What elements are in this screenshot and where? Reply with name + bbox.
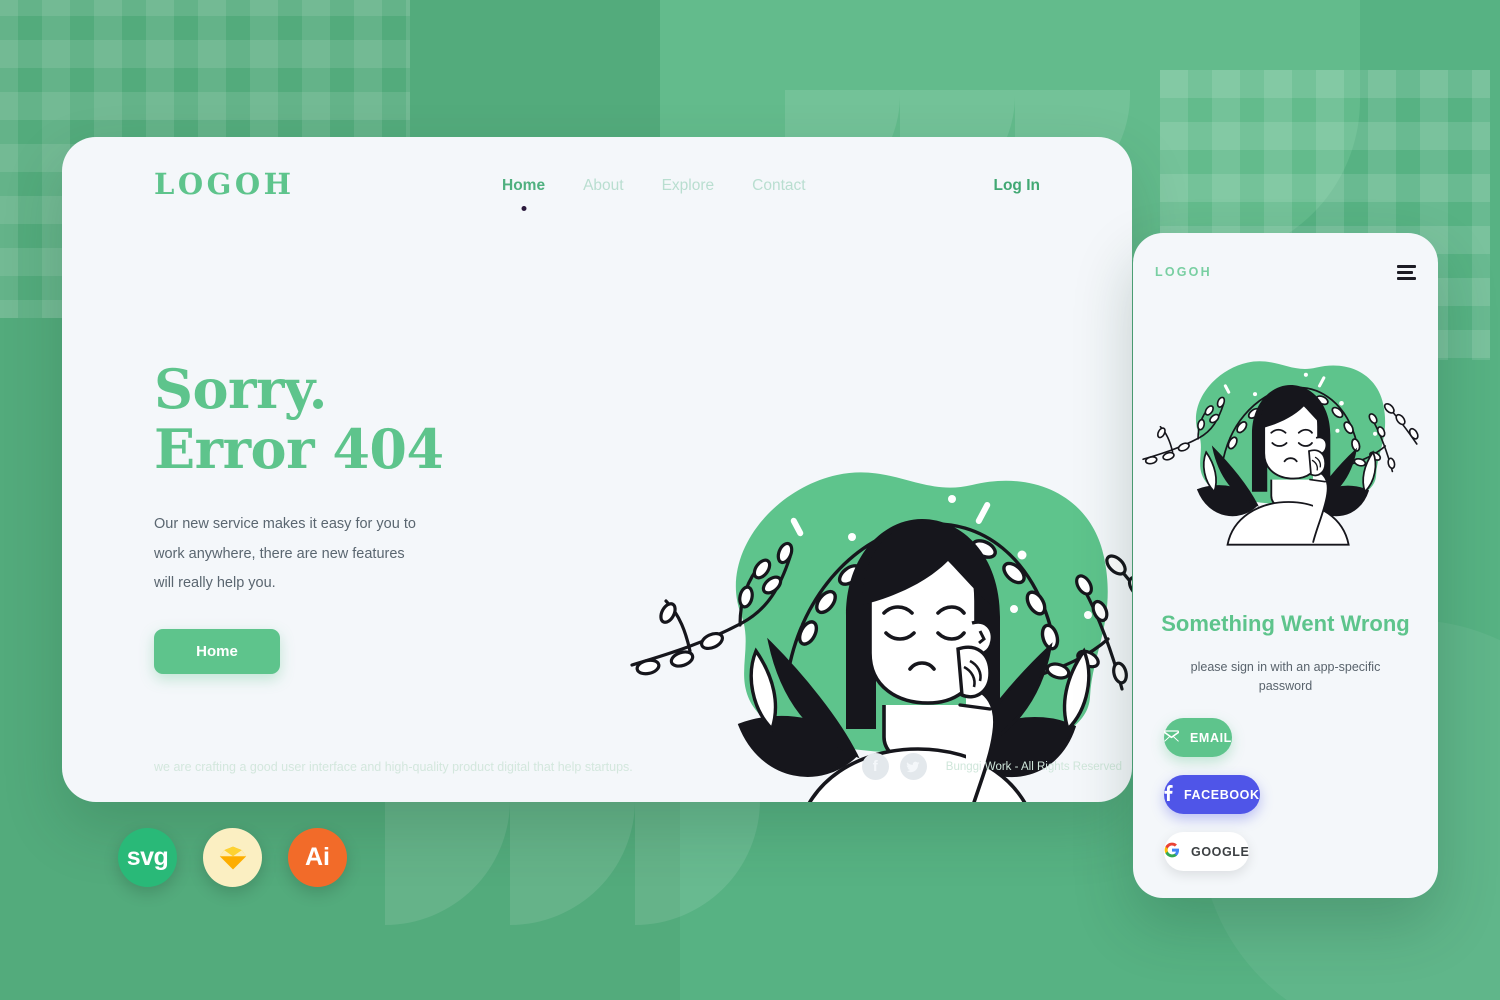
mobile-subtitle: please sign in with an app-specific pass…	[1190, 660, 1381, 693]
email-signin-button[interactable]: EMAIL	[1164, 718, 1232, 757]
nav-item-home[interactable]: Home	[502, 177, 546, 211]
format-badges: svg Ai	[118, 828, 347, 887]
mobile-mockup: LOGOH Something Went Wrong please sign i…	[1133, 233, 1438, 898]
google-signin-button[interactable]: GOOGLE	[1164, 832, 1250, 871]
nav-item-contact[interactable]: Contact	[752, 177, 805, 199]
google-signin-label: GOOGLE	[1191, 844, 1250, 859]
footer-social-area: f Bunggi Work - All Rights Reserved	[861, 753, 1122, 780]
desktop-footer: we are crafting a good user interface an…	[62, 710, 1132, 802]
facebook-signin-button[interactable]: FACEBOOK	[1164, 775, 1260, 814]
desktop-hero-text-block: Sorry. Error 404 Our new service makes i…	[154, 359, 574, 675]
mobile-title: Something Went Wrong	[1161, 611, 1410, 636]
facebook-icon	[1164, 785, 1173, 804]
nav-active-dot	[521, 206, 527, 211]
mobile-error-illustration	[1138, 343, 1428, 558]
twitter-icon[interactable]	[899, 753, 927, 780]
google-icon	[1164, 842, 1180, 861]
nav-item-about[interactable]: About	[583, 177, 624, 199]
hamburger-icon[interactable]	[1397, 265, 1416, 280]
page-title: Sorry. Error 404	[154, 359, 574, 480]
footer-tagline: we are crafting a good user interface an…	[154, 760, 633, 774]
desktop-logo[interactable]: LOGOH	[154, 167, 295, 201]
nav-item-home-label: Home	[502, 177, 546, 194]
facebook-signin-label: FACEBOOK	[1184, 787, 1260, 802]
desktop-header: LOGOH Home About Explore Contact Log In	[62, 137, 1132, 252]
home-button[interactable]: Home	[154, 629, 280, 675]
envelope-icon	[1164, 730, 1179, 745]
facebook-icon[interactable]: f	[861, 753, 889, 780]
mobile-signin-buttons: EMAIL FACEBOOK GOOGLE	[1164, 718, 1407, 889]
nav-item-explore[interactable]: Explore	[662, 177, 715, 199]
sketch-format-icon	[203, 828, 262, 887]
desktop-mockup-card: LOGOH Home About Explore Contact Log In …	[62, 137, 1132, 802]
mobile-logo[interactable]: LOGOH	[1155, 265, 1212, 279]
email-signin-label: EMAIL	[1190, 730, 1232, 745]
desktop-nav: Home About Explore Contact	[502, 177, 806, 211]
login-link[interactable]: Log In	[994, 177, 1041, 195]
copyright-text: Bunggi Work - All Rights Reserved	[945, 760, 1122, 773]
page-title-line-2: Error 404	[154, 417, 444, 482]
hero-paragraph: Our new service makes it easy for you to…	[154, 515, 416, 592]
illustrator-format-icon: Ai	[288, 828, 347, 887]
page-title-line-1: Sorry.	[154, 357, 327, 421]
svg-format-icon: svg	[118, 828, 177, 887]
